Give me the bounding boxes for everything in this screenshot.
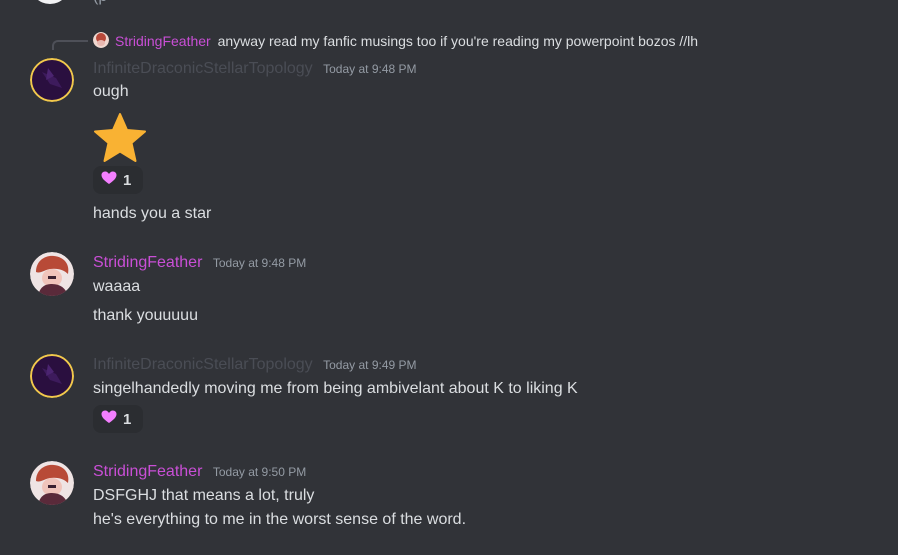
- message-author[interactable]: StridingFeather: [93, 254, 202, 271]
- message-author[interactable]: InfiniteDraconicStellarTopology: [93, 356, 313, 373]
- message-author[interactable]: InfiniteDraconicStellarTopology: [93, 60, 313, 77]
- message-timestamp: Today at 9:49 PM: [323, 358, 417, 372]
- reply-preview[interactable]: StridingFeather anyway read my fanfic mu…: [115, 31, 698, 51]
- message-text: thank youuuuu: [93, 307, 198, 324]
- message-text: singelhandedly moving me from being ambi…: [93, 380, 578, 397]
- message-text: DSFGHJ that means a lot, truly: [93, 487, 315, 504]
- avatar[interactable]: [30, 252, 74, 296]
- heart-reaction[interactable]: 1: [93, 166, 143, 194]
- partial-avatar: [30, 0, 70, 4]
- heart-reaction[interactable]: 1: [93, 405, 143, 433]
- partial-message: (p: [93, 0, 107, 8]
- message-text: waaaa: [93, 278, 141, 295]
- message-author[interactable]: StridingFeather: [93, 463, 202, 480]
- reaction-count: 1: [123, 410, 132, 428]
- message-text: hands you a star: [93, 205, 212, 222]
- message-text: he's everything to me in the worst sense…: [93, 511, 467, 528]
- reply-author[interactable]: StridingFeather: [115, 33, 211, 49]
- message-text: ough: [93, 83, 129, 100]
- heart-icon: [101, 171, 117, 190]
- avatar[interactable]: [30, 461, 74, 505]
- avatar[interactable]: [30, 58, 74, 102]
- message-timestamp: Today at 9:48 PM: [212, 256, 307, 270]
- reply-avatar[interactable]: [93, 32, 109, 48]
- star-emoji: [93, 112, 147, 169]
- heart-icon: [101, 410, 117, 429]
- message-timestamp: Today at 9:50 PM: [212, 465, 307, 479]
- avatar[interactable]: [30, 354, 74, 398]
- message-timestamp: Today at 9:48 PM: [323, 62, 417, 76]
- reply-connector: [52, 40, 88, 50]
- reply-text: anyway read my fanfic musings too if you…: [217, 33, 699, 49]
- reaction-count: 1: [123, 171, 132, 189]
